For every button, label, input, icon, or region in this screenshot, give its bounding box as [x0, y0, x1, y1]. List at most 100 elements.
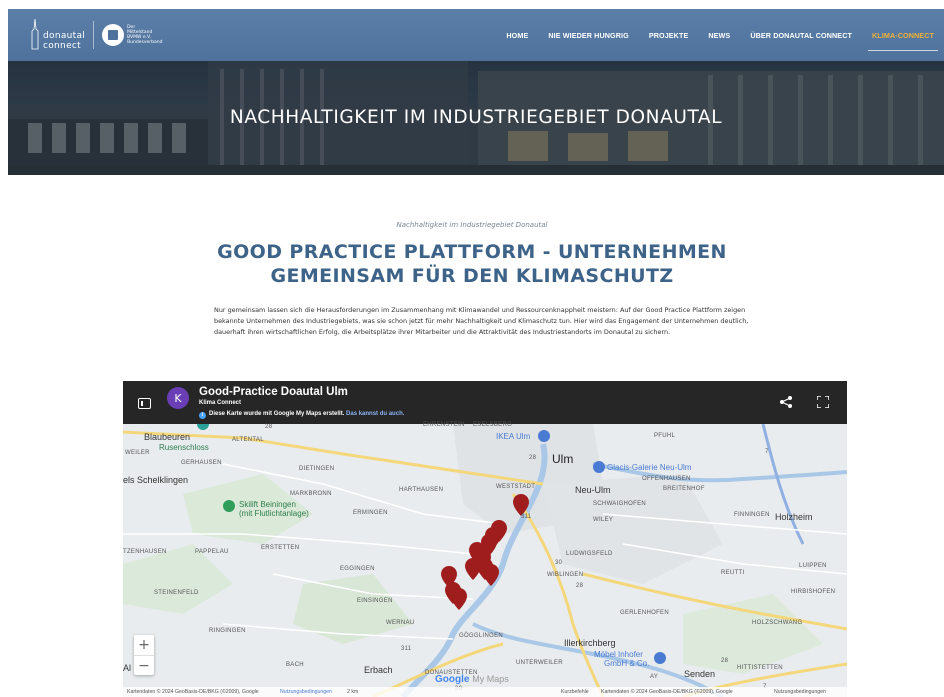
keyboard-shortcuts-link[interactable]: Kurzbefehle [561, 689, 589, 695]
map-label-hittistetten: HITTISTETTEN [737, 665, 783, 671]
map-info-text: Diese Karte wurde mit Google My Maps ers… [209, 411, 345, 417]
road-label-28-c: 28 [576, 583, 584, 589]
star-icon[interactable]: ☆ [335, 388, 343, 398]
map-info-link[interactable]: Das kannst du auch. [346, 411, 404, 417]
map-owner-avatar[interactable]: K [167, 387, 189, 409]
map-label-gogglingen: GÖGGLINGEN [459, 633, 504, 639]
map-attribution-bar: Kartendaten © 2024 GeoBasis-DE/BKG (©200… [123, 687, 847, 697]
zoom-control: + − [134, 635, 154, 675]
map-label-holzschwang: HOLZSCHWANG [752, 620, 803, 626]
nav-projekte[interactable]: PROJEKTE [639, 9, 699, 61]
zoom-in-button[interactable]: + [134, 635, 154, 655]
hero-banner: NACHHALTIGKEIT IM INDUSTRIEGEBIET DONAUT… [8, 61, 944, 175]
map-title[interactable]: Good-Practice Doautal Ulm [199, 386, 348, 398]
map-label-breitenhof: BREITENHOF [663, 486, 705, 492]
map-label-skilift: Skilift Beiningen [239, 500, 296, 509]
map-label-gerhausen: GERHAUSEN [181, 460, 222, 466]
map-label-wiblingen: WIBLINGEN [547, 572, 584, 578]
logo-divider [93, 21, 95, 49]
map-label-steinenfeld: STEINENFELD [154, 590, 199, 596]
map-header-bar: K Good-Practice Doautal Ulm ☆ Klima Conn… [123, 381, 847, 424]
site-header: donautal connect Der Mittelstand BVMW e.… [8, 9, 944, 61]
map-label-pfuhl: PFUHL [654, 433, 676, 439]
map-label-mobel-sub: GmbH & Co. [604, 659, 650, 668]
map-label-rusenschloss: Rusenschloss [159, 443, 209, 452]
map-label-pappelau: PAPPELAU [195, 549, 229, 555]
share-icon[interactable] [779, 395, 793, 409]
map-label-markbronn: MARKBRONN [290, 491, 332, 497]
map-label-erstetten: ERSTETTEN [261, 545, 300, 551]
side-panel-icon[interactable] [138, 398, 151, 409]
map-label-ermingen: ERMINGEN [353, 510, 388, 516]
map-label-einsingen: EINSINGEN [357, 598, 393, 604]
map-label-luippen: LUIPPEN [799, 563, 827, 569]
zoom-out-button[interactable]: − [134, 655, 154, 675]
map-attribution-right: Kartendaten © 2024 GeoBasis-DE/BKG (©200… [601, 689, 733, 695]
map-base-layer [123, 424, 847, 697]
map-label-mobel: Möbel Inhofer [594, 650, 643, 659]
google-my-maps-embed[interactable]: K Good-Practice Doautal Ulm ☆ Klima Conn… [123, 381, 847, 697]
google-logo: Google My Maps [435, 674, 509, 685]
road-label-28-b: 28 [529, 455, 537, 461]
nav-nie-wieder-hungrig[interactable]: NIE WIEDER HUNGRIG [538, 9, 638, 61]
map-subtitle: Klima Connect [199, 400, 242, 406]
section-kicker: Nachhaltigkeit im Industriegebiet Donaut… [396, 221, 548, 229]
map-label-altental: ALTENTAL [232, 437, 264, 443]
nav-klima-connect[interactable]: KLIMA-CONNECT [862, 9, 944, 61]
map-label-ikea: IKEA Ulm [496, 432, 531, 441]
map-canvas[interactable]: Blaubeuren Rusenschloss ALTENTAL WEILER … [123, 422, 847, 697]
map-label-wiley: WILEY [593, 517, 614, 523]
map-attribution-left: Kartendaten © 2024 GeoBasis-DE/BKG (©200… [127, 689, 259, 695]
map-label-reutti: REUTTI [721, 570, 745, 576]
map-label-ehrenstein: EHRENSTEIN [423, 422, 465, 428]
map-label-schwaighofen: SCHWAIGHOFEN [593, 501, 647, 507]
road-label-311: 311 [521, 514, 532, 520]
map-label-hirbishofen: HIRBISHOFEN [791, 589, 836, 595]
map-label-al: Al [123, 663, 132, 673]
map-label-finningen: FINNINGEN [734, 512, 770, 518]
map-label-schelklingen: els Schelklingen [123, 475, 189, 485]
road-label-28-d: 28 [721, 658, 729, 664]
map-label-weststadt: WESTSTADT [496, 484, 536, 490]
main-nav: HOME NIE WIEDER HUNGRIG PROJEKTE NEWS ÜB… [496, 9, 944, 61]
nav-news[interactable]: NEWS [698, 9, 740, 61]
map-scale: 2 km [347, 689, 359, 695]
map-label-eggingen: EGGINGEN [340, 566, 375, 572]
logo-line-1: donautal [43, 31, 86, 41]
map-label-eselsberg: ESELSBERG [473, 422, 513, 428]
map-label-ulm: Ulm [552, 452, 574, 466]
page-heading: GOOD PRACTICE PLATTFORM - UNTERNEHMEN GE… [217, 241, 727, 287]
site-logo[interactable]: donautal connect Der Mittelstand BVMW e.… [30, 17, 163, 53]
donautal-logo: donautal connect [30, 19, 85, 51]
church-tower-icon [31, 19, 39, 50]
my-maps-wordmark: My Maps [472, 674, 509, 684]
map-terms-link-right[interactable]: Nutzungsbedingungen [774, 689, 826, 695]
map-terms-link[interactable]: Nutzungsbedingungen [280, 689, 332, 695]
nav-home[interactable]: HOME [496, 9, 538, 61]
mittelstand-text: Der Mittelstand BVMW e.V. Bundesverband [127, 25, 163, 45]
map-label-skilift-sub: (mit Flutlichtanlage) [239, 509, 309, 518]
map-info-line: i Diese Karte wurde mit Google My Maps er… [199, 411, 404, 419]
map-label-wernau: WERNAU [386, 620, 415, 626]
map-label-blaubeuren: Blaubeuren [144, 432, 191, 442]
fullscreen-icon[interactable] [817, 396, 829, 408]
map-label-bach: BACH [286, 662, 304, 668]
map-label-weiler: WEILER [125, 450, 150, 456]
map-label-senden: Senden [684, 669, 716, 679]
map-label-harthausen: HARTHAUSEN [399, 487, 444, 493]
map-label-ay: AY [650, 674, 659, 680]
road-label-30: 30 [555, 560, 563, 566]
map-label-illerkirchberg: Illerkirchberg [564, 638, 616, 648]
intro-paragraph: Nur gemeinsam lassen sich die Herausford… [214, 306, 749, 337]
map-label-neuulm: Neu-Ulm [575, 485, 611, 495]
map-label-ringingen: RINGINGEN [209, 628, 246, 634]
map-label-dietingen: DIETINGEN [299, 466, 335, 472]
nav-ueber-donautal-connect[interactable]: ÜBER DONAUTAL CONNECT [740, 9, 862, 61]
hero-title: NACHHALTIGKEIT IM INDUSTRIEGEBIET DONAUT… [229, 107, 723, 128]
map-label-zenhausen: TZENHAUSEN [123, 549, 167, 555]
mittelstand-logo: Der Mittelstand BVMW e.V. Bundesverband [102, 24, 163, 46]
map-label-glacis: Glacis-Galerie Neu-Ulm [607, 463, 692, 472]
map-label-unterweiler: UNTERWEILER [516, 660, 563, 666]
info-icon: i [199, 412, 206, 419]
logo-line-2: connect [43, 41, 81, 51]
